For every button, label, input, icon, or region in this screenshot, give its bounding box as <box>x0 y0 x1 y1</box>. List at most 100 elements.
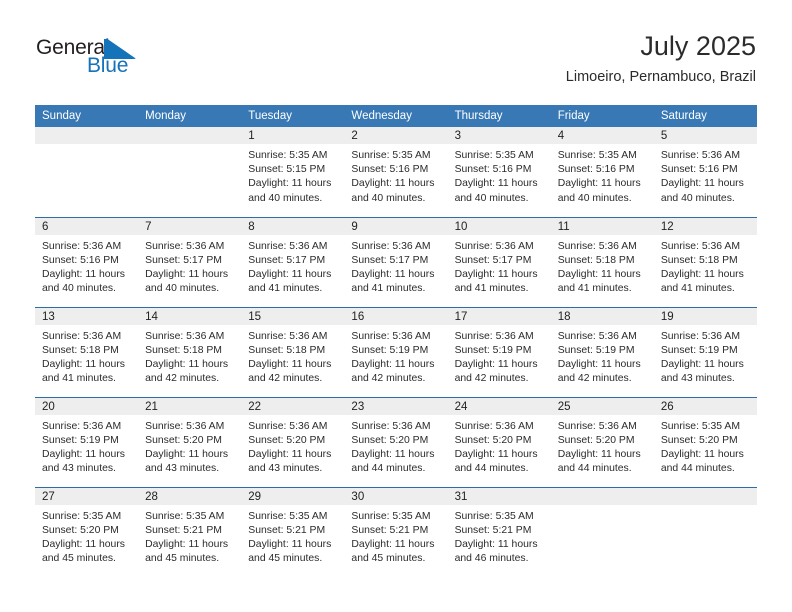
calendar-day-cell[interactable]: 28 Sunrise: 5:35 AM Sunset: 5:21 PM Dayligh… <box>138 486 242 577</box>
day-detail-line: Sunrise: 5:36 AM <box>557 330 637 342</box>
weekday-header-sunday: Sunday <box>35 105 139 127</box>
day-detail-line: Daylight: 11 hours <box>248 178 332 190</box>
day-detail-line: Daylight: 11 hours <box>248 448 332 460</box>
day-detail-line: Daylight: 11 hours <box>351 448 435 460</box>
day-detail-line: and 42 minutes. <box>557 373 632 385</box>
weekday-header-saturday: Saturday <box>653 105 757 127</box>
calendar-day-cell[interactable]: 23 Sunrise: 5:36 AM Sunset: 5:20 PM Dayligh… <box>344 396 448 487</box>
calendar-day-cell[interactable]: 13 Sunrise: 5:36 AM Sunset: 5:18 PM Dayligh… <box>35 306 139 397</box>
day-number: 11 <box>550 217 654 235</box>
day-detail-line: Daylight: 11 hours <box>454 178 538 190</box>
calendar-day-cell[interactable]: 21 Sunrise: 5:36 AM Sunset: 5:20 PM Dayligh… <box>138 396 242 487</box>
day-detail-line: and 40 minutes. <box>42 283 116 295</box>
day-detail-line: Sunset: 5:20 PM <box>248 434 326 446</box>
day-detail-line: and 44 minutes. <box>454 463 529 475</box>
calendar-day-cell[interactable]: 29 Sunrise: 5:35 AM Sunset: 5:21 PM Dayligh… <box>241 486 345 577</box>
day-details: Sunrise: 5:36 AM Sunset: 5:19 PM Daylight:… <box>448 325 551 387</box>
day-number: 15 <box>241 307 345 325</box>
calendar-day-cell[interactable]: 19 Sunrise: 5:36 AM Sunset: 5:19 PM Dayligh… <box>653 306 757 397</box>
calendar-day-cell[interactable]: 30 Sunrise: 5:35 AM Sunset: 5:21 PM Dayligh… <box>344 486 448 577</box>
day-detail-line: and 41 minutes. <box>248 283 323 295</box>
day-detail-line: Sunrise: 5:36 AM <box>42 330 122 342</box>
calendar-day-cell[interactable]: 22 Sunrise: 5:36 AM Sunset: 5:20 PM Dayligh… <box>241 396 345 487</box>
calendar-day-cell[interactable]: 14 Sunrise: 5:36 AM Sunset: 5:18 PM Dayligh… <box>138 306 242 397</box>
calendar-grid: Sunday Monday Tuesday Wednesday Thursday Frid… <box>35 105 757 577</box>
weekday-header-monday: Monday <box>138 105 242 127</box>
calendar-day-cell[interactable]: 24 Sunrise: 5:36 AM Sunset: 5:20 PM Dayligh… <box>447 396 551 487</box>
day-detail-line: and 45 minutes. <box>42 553 116 565</box>
calendar-day-cell[interactable]: 11 Sunrise: 5:36 AM Sunset: 5:18 PM Dayligh… <box>550 216 654 307</box>
day-number: 30 <box>344 487 448 505</box>
day-number <box>35 127 139 144</box>
day-detail-line: Sunset: 5:20 PM <box>42 524 119 536</box>
day-detail-line: Daylight: 11 hours <box>351 538 435 550</box>
day-details: Sunrise: 5:36 AM Sunset: 5:20 PM Daylight:… <box>241 415 344 477</box>
day-detail-line: and 40 minutes. <box>351 192 426 204</box>
day-number: 27 <box>35 487 139 505</box>
calendar-day-cell[interactable]: 4 Sunrise: 5:35 AM Sunset: 5:16 PM Daylight… <box>550 127 654 217</box>
day-detail-line: Sunrise: 5:36 AM <box>145 420 225 432</box>
day-detail-line: Sunrise: 5:36 AM <box>351 420 431 432</box>
day-detail-line: Sunrise: 5:36 AM <box>557 240 637 252</box>
day-detail-line: and 40 minutes. <box>660 192 735 204</box>
day-number: 3 <box>447 127 551 144</box>
day-number: 5 <box>653 127 757 144</box>
calendar-day-cell[interactable]: 16 Sunrise: 5:36 AM Sunset: 5:19 PM Dayligh… <box>344 306 448 397</box>
calendar-day-cell[interactable]: 12 Sunrise: 5:36 AM Sunset: 5:18 PM Dayligh… <box>653 216 757 307</box>
day-details: Sunrise: 5:36 AM Sunset: 5:20 PM Daylight:… <box>138 415 241 477</box>
day-detail-line: Daylight: 11 hours <box>145 358 229 370</box>
calendar-day-cell[interactable]: 1 Sunrise: 5:35 AM Sunset: 5:15 PM Daylight… <box>241 127 345 217</box>
day-detail-line: Sunrise: 5:36 AM <box>660 150 740 161</box>
day-number: 31 <box>447 487 551 505</box>
day-detail-line: Sunset: 5:18 PM <box>145 344 222 356</box>
calendar-day-cell[interactable]: 9 Sunrise: 5:36 AM Sunset: 5:17 PM Daylight… <box>344 216 448 307</box>
calendar-page: General Blue July 2025 Limoeiro, Pernamb… <box>0 0 792 612</box>
day-number: 20 <box>35 397 139 415</box>
weekday-header-wednesday: Wednesday <box>344 105 448 127</box>
day-detail-line: Sunset: 5:18 PM <box>660 254 738 266</box>
day-detail-line: Sunset: 5:16 PM <box>42 254 119 266</box>
calendar-day-cell[interactable]: 20 Sunrise: 5:36 AM Sunset: 5:19 PM Dayligh… <box>35 396 139 487</box>
day-detail-line: Daylight: 11 hours <box>660 358 744 370</box>
day-detail-line: Daylight: 11 hours <box>145 538 229 550</box>
calendar-day-cell[interactable]: 8 Sunrise: 5:36 AM Sunset: 5:17 PM Daylight… <box>241 216 345 307</box>
day-detail-line: Sunrise: 5:35 AM <box>660 420 740 432</box>
calendar-day-cell[interactable]: 15 Sunrise: 5:36 AM Sunset: 5:18 PM Dayligh… <box>241 306 345 397</box>
calendar-day-cell[interactable]: 17 Sunrise: 5:36 AM Sunset: 5:19 PM Dayligh… <box>447 306 551 397</box>
day-detail-line: Daylight: 11 hours <box>557 358 641 370</box>
calendar-day-cell[interactable]: 27 Sunrise: 5:35 AM Sunset: 5:20 PM Dayligh… <box>35 486 139 577</box>
calendar-day-cell[interactable]: 2 Sunrise: 5:35 AM Sunset: 5:16 PM Daylight… <box>344 127 448 217</box>
day-detail-line: Sunrise: 5:36 AM <box>248 240 328 252</box>
calendar-day-cell[interactable]: 3 Sunrise: 5:35 AM Sunset: 5:16 PM Daylight… <box>447 127 551 217</box>
day-details: Sunrise: 5:35 AM Sunset: 5:21 PM Daylight:… <box>448 505 551 567</box>
day-detail-line: Daylight: 11 hours <box>660 178 744 190</box>
calendar-week-row: 6 Sunrise: 5:36 AM Sunset: 5:16 PM Daylight… <box>35 216 757 307</box>
calendar-day-cell[interactable]: 6 Sunrise: 5:36 AM Sunset: 5:16 PM Daylight… <box>35 216 139 307</box>
calendar-day-cell-empty <box>35 127 139 217</box>
day-detail-line: Sunrise: 5:35 AM <box>248 150 328 161</box>
day-details: Sunrise: 5:36 AM Sunset: 5:17 PM Daylight:… <box>448 235 551 297</box>
day-number: 14 <box>138 307 242 325</box>
day-detail-line: Daylight: 11 hours <box>42 268 125 280</box>
day-details: Sunrise: 5:36 AM Sunset: 5:19 PM Daylight:… <box>35 415 138 477</box>
calendar-day-cell[interactable]: 31 Sunrise: 5:35 AM Sunset: 5:21 PM Dayligh… <box>447 486 551 577</box>
day-detail-line: Sunset: 5:18 PM <box>557 254 635 266</box>
day-detail-line: Sunset: 5:18 PM <box>42 344 119 356</box>
calendar-day-cell[interactable]: 18 Sunrise: 5:36 AM Sunset: 5:19 PM Dayligh… <box>550 306 654 397</box>
calendar-day-cell[interactable]: 25 Sunrise: 5:36 AM Sunset: 5:20 PM Dayligh… <box>550 396 654 487</box>
day-detail-line: Sunset: 5:20 PM <box>557 434 635 446</box>
brand-logo[interactable]: General Blue <box>36 36 176 82</box>
calendar-day-cell[interactable]: 5 Sunrise: 5:36 AM Sunset: 5:16 PM Daylight… <box>653 127 757 217</box>
day-detail-line: Sunset: 5:19 PM <box>454 344 532 356</box>
calendar-day-cell[interactable]: 10 Sunrise: 5:36 AM Sunset: 5:17 PM Dayligh… <box>447 216 551 307</box>
day-detail-line: Daylight: 11 hours <box>454 538 538 550</box>
day-detail-line: and 45 minutes. <box>145 553 220 565</box>
calendar-day-cell-empty <box>550 486 654 577</box>
calendar-day-cell[interactable]: 26 Sunrise: 5:35 AM Sunset: 5:20 PM Dayligh… <box>653 396 757 487</box>
day-detail-line: and 43 minutes. <box>145 463 220 475</box>
day-detail-line: Sunset: 5:17 PM <box>454 254 532 266</box>
day-detail-line: and 42 minutes. <box>248 373 323 385</box>
day-detail-line: and 40 minutes. <box>248 192 323 204</box>
calendar-day-cell[interactable]: 7 Sunrise: 5:36 AM Sunset: 5:17 PM Daylight… <box>138 216 242 307</box>
day-number <box>653 487 757 505</box>
